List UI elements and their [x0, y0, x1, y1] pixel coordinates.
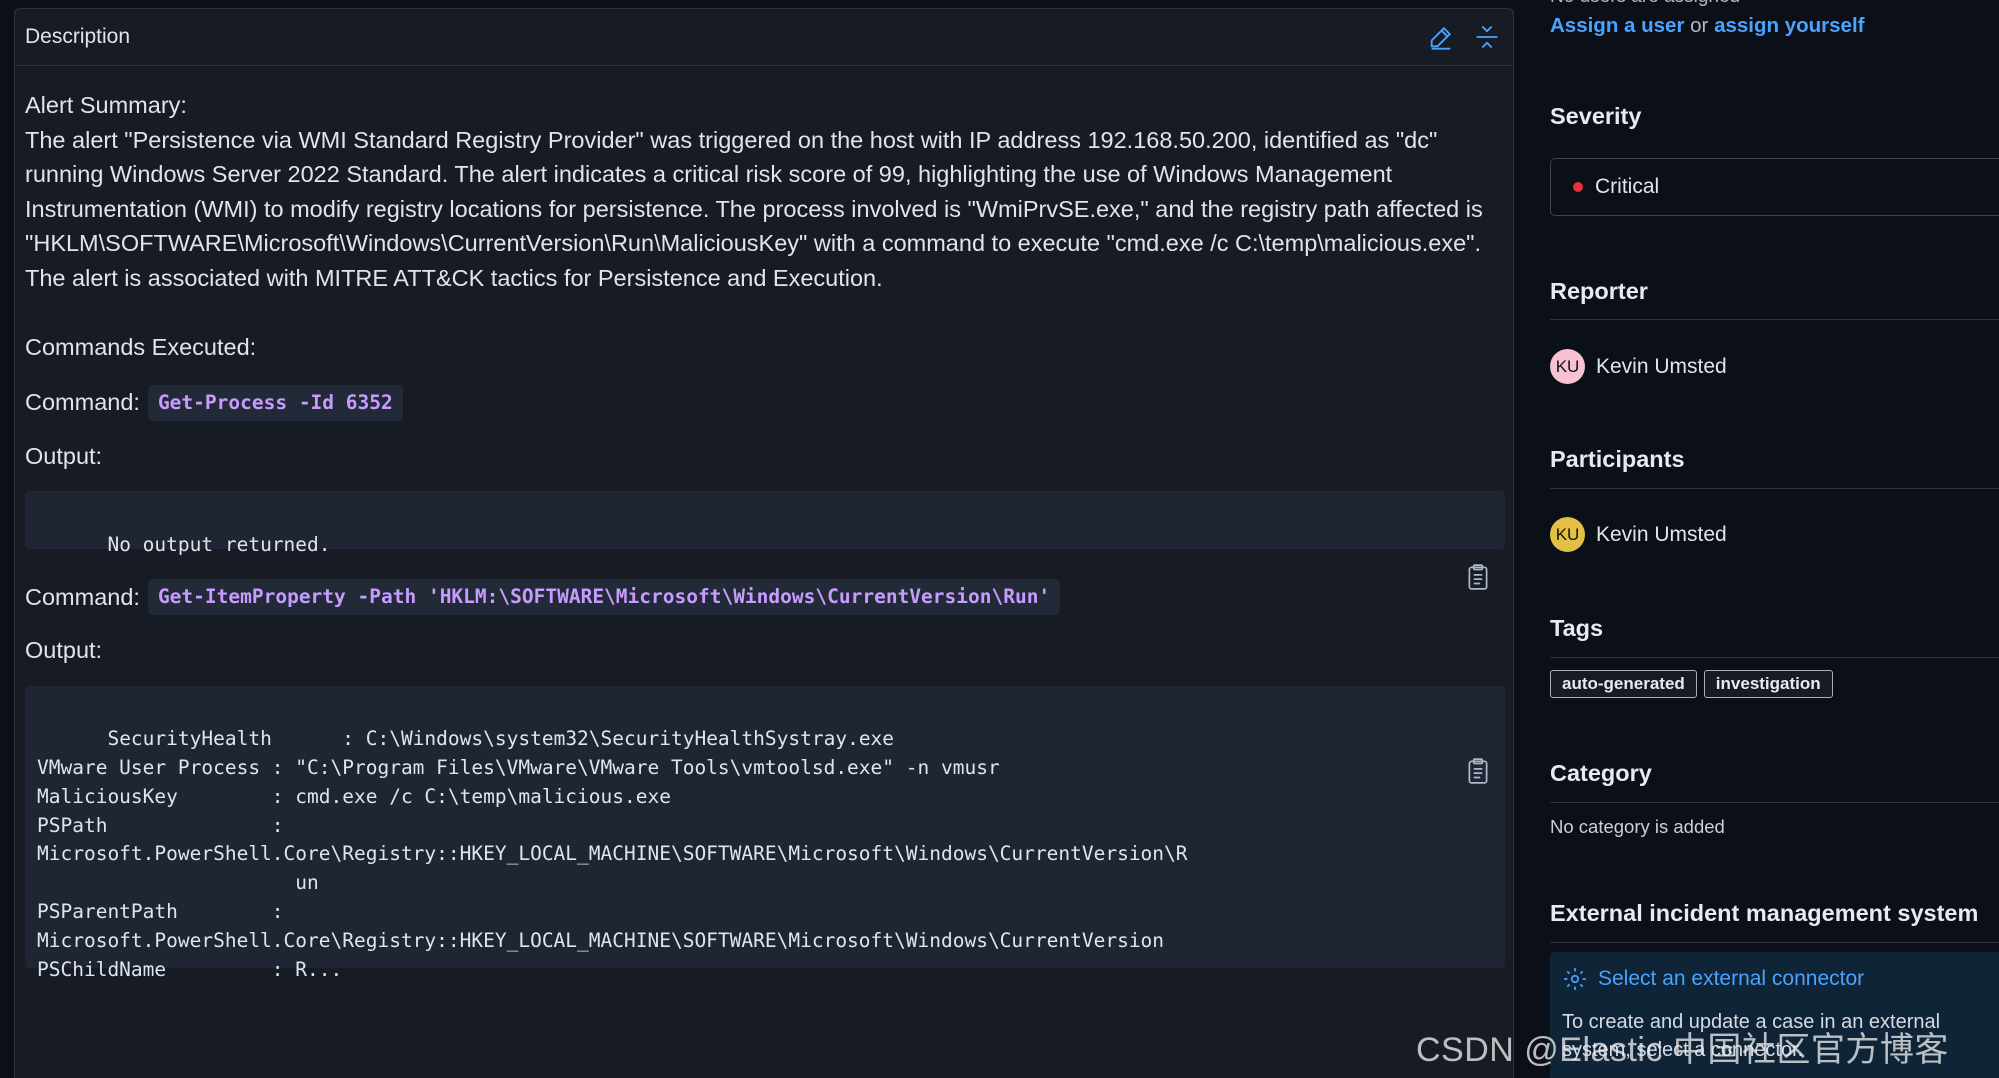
- watermark: CSDN @Elastic 中国社区官方博客: [1416, 1031, 1949, 1069]
- tag-auto-generated[interactable]: auto-generated: [1550, 670, 1697, 698]
- participant-user: KU Kevin Umsted: [1550, 517, 1727, 552]
- copy-icon[interactable]: [1465, 700, 1491, 784]
- assign-line: Assign a user or assign yourself: [1550, 14, 1864, 38]
- participant-name: Kevin Umsted: [1596, 522, 1727, 546]
- case-sidebar: No users are assigned Assign a user or a…: [1550, 0, 1999, 1078]
- assign-or-text: or: [1690, 14, 1709, 37]
- divider: [1550, 657, 1999, 658]
- category-empty-text: No category is added: [1550, 816, 1725, 837]
- severity-value: Critical: [1595, 175, 1660, 198]
- output-text: No output returned.: [107, 532, 331, 556]
- header-actions: [1427, 23, 1501, 51]
- command-label: Command:: [25, 389, 140, 416]
- select-connector-label: Select an external connector: [1598, 967, 1865, 990]
- severity-select[interactable]: Critical: [1550, 158, 1999, 216]
- divider: [1550, 802, 1999, 803]
- command-code: Get-Process -Id 6352: [147, 384, 403, 421]
- avatar: KU: [1550, 349, 1585, 384]
- tags-title: Tags: [1550, 615, 1604, 641]
- alert-summary-heading: Alert Summary:: [25, 92, 187, 118]
- description-header: Description: [15, 9, 1513, 66]
- assign-yourself-link[interactable]: assign yourself: [1714, 14, 1864, 37]
- assignees-empty-text: No users are assigned: [1550, 0, 1740, 8]
- command-line: Command: Get-ItemProperty -Path 'HKLM:\S…: [25, 579, 1503, 615]
- alert-summary-text: The alert "Persistence via WMI Standard …: [25, 126, 1483, 291]
- divider: [1550, 319, 1999, 320]
- collapse-icon[interactable]: [1473, 23, 1501, 51]
- output-text: SecurityHealth : C:\Windows\system32\Sec…: [37, 727, 1188, 981]
- command-code: Get-ItemProperty -Path 'HKLM:\SOFTWARE\M…: [147, 579, 1061, 615]
- tag-investigation[interactable]: investigation: [1703, 670, 1833, 698]
- command-line: Command: Get-Process -Id 6352: [25, 384, 1503, 421]
- commands-heading: Commands Executed:: [25, 334, 257, 360]
- tags-list: auto-generated investigation: [1550, 670, 1833, 698]
- description-panel: Description Alert Summary: The alert "Pe…: [14, 8, 1514, 1078]
- severity-dot-icon: [1573, 182, 1583, 192]
- description-title: Description: [25, 25, 131, 48]
- output-code-block: SecurityHealth : C:\Windows\system32\Sec…: [25, 685, 1505, 981]
- assign-user-link[interactable]: Assign a user: [1550, 14, 1684, 37]
- severity-title: Severity: [1550, 103, 1642, 129]
- divider: [1550, 488, 1999, 489]
- gear-icon: [1564, 968, 1586, 990]
- divider: [1550, 942, 1999, 943]
- reporter-name: Kevin Umsted: [1596, 354, 1727, 378]
- output-label: Output:: [25, 637, 103, 663]
- external-system-title: External incident management system: [1550, 900, 1979, 926]
- description-body: Alert Summary: The alert "Persistence vi…: [15, 66, 1513, 981]
- output-label: Output:: [25, 442, 103, 469]
- avatar: KU: [1550, 517, 1585, 552]
- select-connector-link[interactable]: Select an external connector: [1562, 966, 1864, 992]
- output-code-block: No output returned.: [25, 491, 1505, 590]
- category-title: Category: [1550, 760, 1652, 786]
- reporter-user: KU Kevin Umsted: [1550, 349, 1727, 384]
- reporter-title: Reporter: [1550, 278, 1648, 304]
- participants-title: Participants: [1550, 446, 1685, 472]
- edit-pencil-icon[interactable]: [1427, 23, 1455, 51]
- copy-icon[interactable]: [1465, 505, 1491, 590]
